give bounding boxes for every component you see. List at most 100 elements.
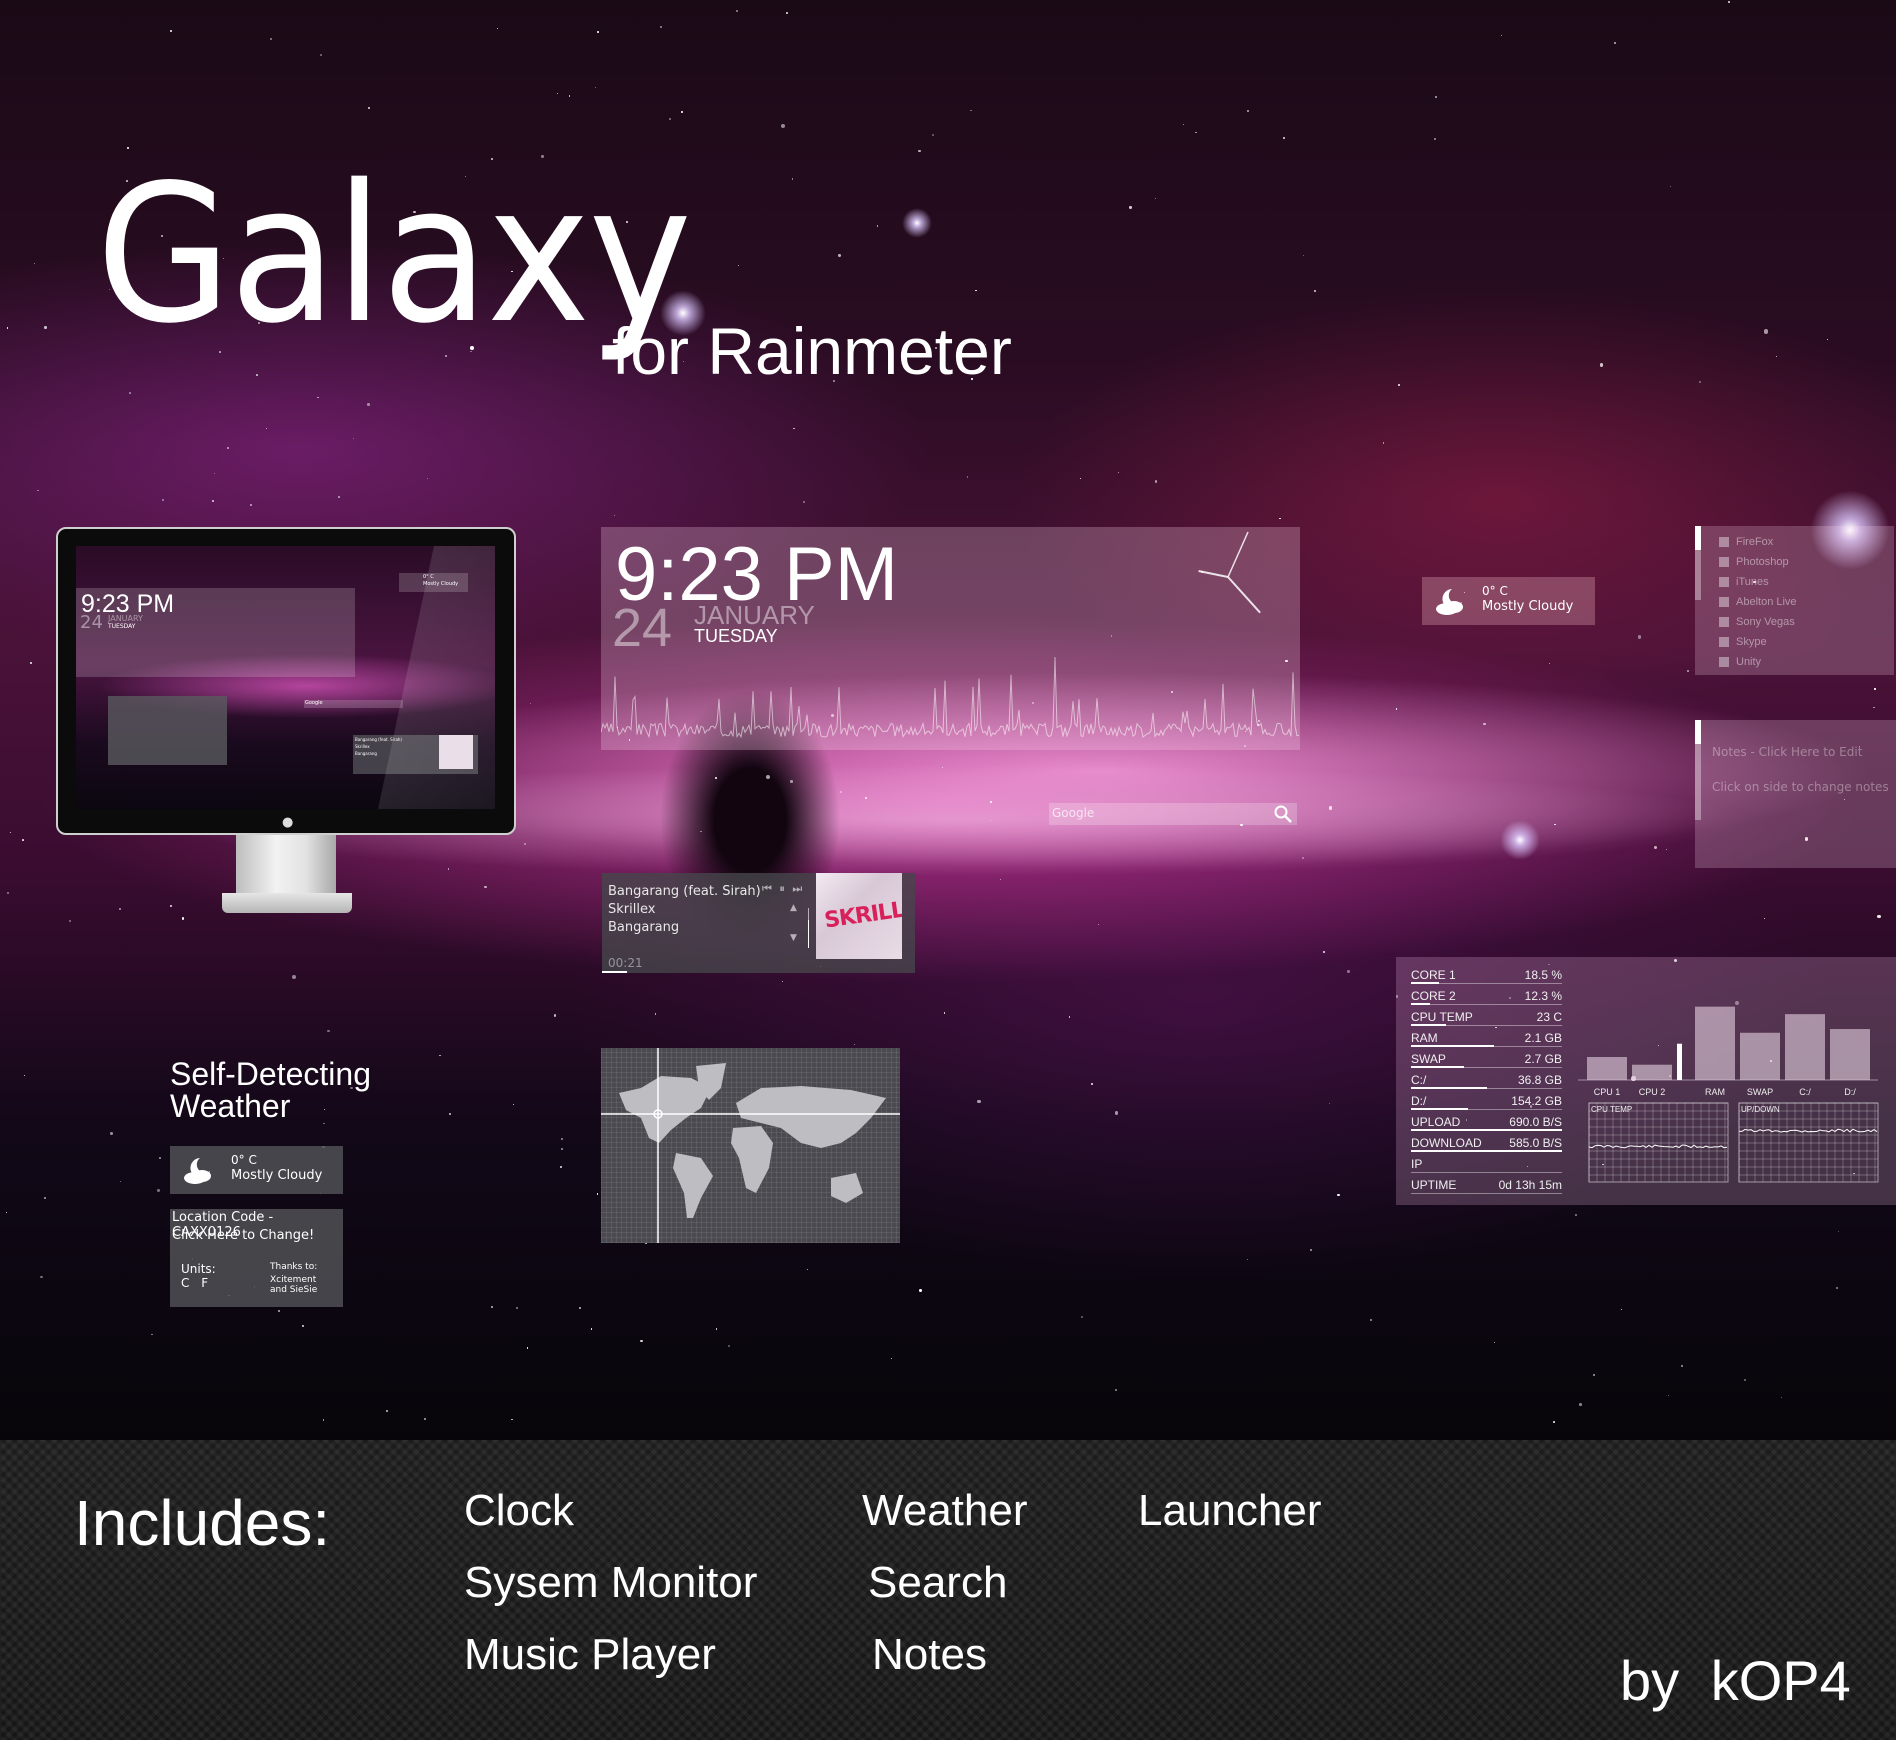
notes-widget[interactable]: Notes - Click Here to Edit Click on side… bbox=[1695, 720, 1896, 868]
launcher-item-skype[interactable]: Skype bbox=[1719, 634, 1767, 650]
notes-title[interactable]: Notes - Click Here to Edit bbox=[1712, 745, 1862, 759]
graph-cpu-temp: CPU TEMP bbox=[1588, 1102, 1729, 1183]
star bbox=[1129, 206, 1132, 209]
notes-hint: Click on side to change notes bbox=[1712, 780, 1889, 794]
launcher-item-photoshop[interactable]: Photoshop bbox=[1719, 554, 1789, 570]
star bbox=[781, 124, 786, 129]
star bbox=[560, 1147, 563, 1150]
star bbox=[1117, 472, 1119, 474]
star bbox=[1699, 380, 1702, 384]
star bbox=[170, 29, 173, 33]
units-toggle[interactable]: C F bbox=[181, 1276, 208, 1290]
star bbox=[1743, 1378, 1746, 1382]
notes-side-bar[interactable] bbox=[1695, 720, 1701, 820]
star bbox=[119, 1180, 122, 1183]
system-monitor-graphs: CPU 1 CPU 2 RAM SWAP C:/ D:/ CPU TEMP UP/DOWN bbox=[1578, 1006, 1879, 1183]
launcher-item-firefox[interactable]: FireFox bbox=[1719, 534, 1773, 550]
pause-button[interactable]: ⏸ bbox=[779, 882, 787, 895]
feature-system-monitor: Sysem Monitor bbox=[464, 1558, 758, 1607]
search-input[interactable]: Google bbox=[1052, 806, 1094, 820]
star bbox=[737, 264, 739, 266]
star bbox=[157, 1189, 160, 1192]
next-track-button[interactable]: ⏭ bbox=[792, 882, 804, 895]
feature-weather: Weather bbox=[862, 1486, 1028, 1535]
volume-up-icon[interactable]: ▲ bbox=[790, 903, 797, 913]
star bbox=[561, 1138, 563, 1140]
track-progress-bar[interactable] bbox=[602, 971, 628, 973]
launcher-item-label: Abelton Live bbox=[1736, 596, 1797, 608]
weather-widget-dark[interactable]: 0° C Mostly Cloudy bbox=[170, 1146, 343, 1194]
music-player-widget: Bangarang (feat. Sirah) Skrillex Bangara… bbox=[602, 873, 915, 973]
app-icon bbox=[1719, 597, 1729, 607]
previous-track-button[interactable]: ⏮ bbox=[762, 882, 774, 895]
star bbox=[1874, 688, 1876, 690]
star bbox=[1283, 137, 1285, 140]
change-location-link[interactable]: Click Here to Change! bbox=[172, 1228, 314, 1243]
launcher-item-itunes[interactable]: iTunes bbox=[1719, 574, 1769, 590]
launcher-scrollbar[interactable] bbox=[1695, 526, 1701, 600]
star bbox=[323, 1419, 325, 1421]
star bbox=[484, 885, 487, 889]
star bbox=[590, 1328, 593, 1330]
mini-clock-panel: 9:23 PM 24 JANUARY TUESDAY bbox=[76, 588, 355, 677]
launcher-item-unity[interactable]: Unity bbox=[1719, 654, 1761, 670]
notes-side-thumb[interactable] bbox=[1695, 720, 1701, 744]
launcher-scroll-thumb[interactable] bbox=[1695, 526, 1701, 550]
volume-down-icon[interactable]: ▼ bbox=[790, 933, 797, 943]
star bbox=[512, 1103, 514, 1106]
star bbox=[660, 26, 663, 29]
thanks-credit-2: and SieSie bbox=[270, 1285, 318, 1295]
weather-widget[interactable]: 0° C Mostly Cloudy bbox=[1422, 577, 1595, 625]
star bbox=[918, 1288, 922, 1292]
star bbox=[918, 149, 921, 153]
star bbox=[931, 134, 934, 137]
star bbox=[213, 472, 216, 474]
star bbox=[277, 1310, 280, 1313]
star bbox=[491, 1306, 493, 1308]
star bbox=[1314, 290, 1317, 293]
star bbox=[1826, 338, 1828, 340]
star bbox=[43, 1196, 46, 1199]
mini-clock-weekday: TUESDAY bbox=[108, 623, 136, 630]
star bbox=[327, 1029, 330, 1032]
star bbox=[806, 1268, 809, 1270]
app-icon bbox=[1719, 557, 1729, 567]
search-icon[interactable] bbox=[1273, 804, 1293, 828]
search-bar[interactable]: Google bbox=[1049, 803, 1297, 825]
moon-cloud-icon bbox=[180, 1154, 220, 1190]
star bbox=[1068, 1016, 1070, 1018]
launcher-item-label: FireFox bbox=[1736, 536, 1774, 548]
audio-visualizer bbox=[601, 656, 1300, 739]
star bbox=[715, 777, 717, 780]
star bbox=[1835, 1286, 1838, 1289]
launcher-item-sony-vegas[interactable]: Sony Vegas bbox=[1719, 614, 1795, 630]
star bbox=[1838, 1230, 1840, 1232]
star bbox=[1764, 329, 1769, 334]
star bbox=[158, 1156, 162, 1160]
star bbox=[1091, 1082, 1094, 1085]
star bbox=[840, 791, 842, 793]
star bbox=[34, 263, 36, 265]
heading-line-2: Weather bbox=[170, 1088, 291, 1124]
star bbox=[319, 53, 323, 57]
star bbox=[1322, 950, 1325, 953]
world-map-widget[interactable] bbox=[601, 1048, 900, 1243]
feature-launcher: Launcher bbox=[1138, 1486, 1322, 1535]
app-icon bbox=[1719, 577, 1729, 587]
star bbox=[44, 326, 47, 329]
star bbox=[21, 839, 24, 841]
feature-search: Search bbox=[868, 1558, 1008, 1607]
star bbox=[353, 437, 355, 439]
star bbox=[367, 403, 370, 406]
bar-c bbox=[1785, 1014, 1825, 1080]
volume-level bbox=[808, 920, 809, 948]
star bbox=[728, 1345, 731, 1348]
graph-frame bbox=[1738, 1102, 1879, 1183]
star bbox=[9, 831, 11, 833]
star bbox=[1155, 480, 1158, 483]
mini-clock-day: 24 bbox=[80, 612, 103, 633]
launcher-item-ableton[interactable]: Abelton Live bbox=[1719, 594, 1797, 610]
clock-widget[interactable]: 9:23 PM 24 JANUARY TUESDAY bbox=[601, 527, 1300, 750]
star bbox=[1548, 662, 1551, 664]
feature-clock: Clock bbox=[464, 1486, 575, 1535]
